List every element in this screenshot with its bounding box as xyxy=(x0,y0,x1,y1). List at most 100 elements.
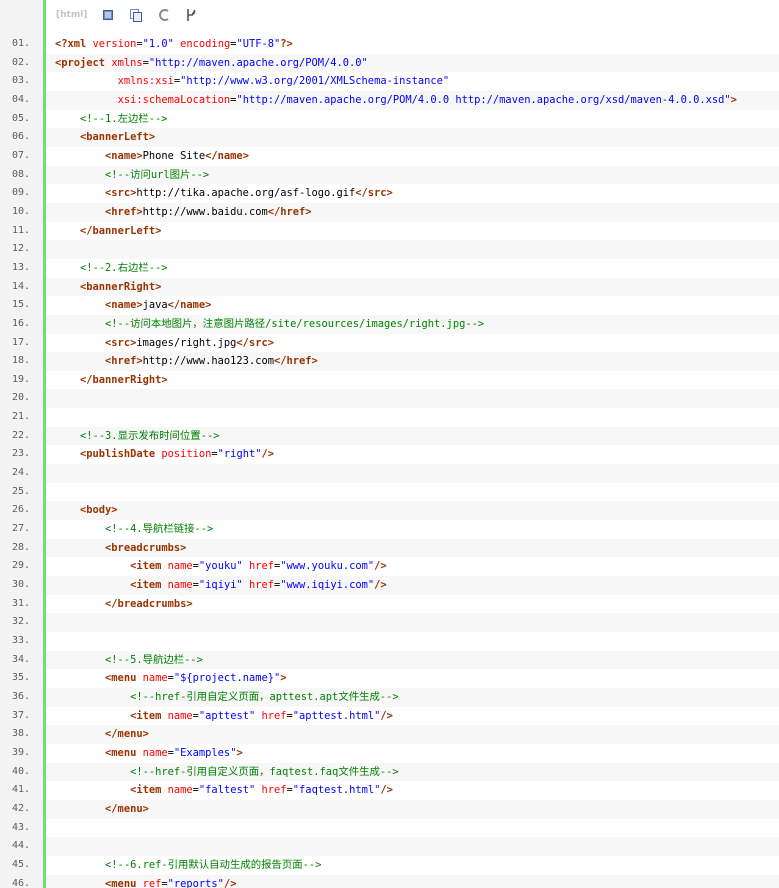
print-icon[interactable] xyxy=(155,6,173,24)
xml-attribute: xsi:schemaLocation xyxy=(117,93,231,106)
line-number: 42. xyxy=(12,802,31,814)
xml-attribute: name xyxy=(167,709,193,722)
xml-tag: </src> xyxy=(236,336,274,349)
line-number: 13. xyxy=(12,261,31,273)
code-line: 41. <item name="faltest" href="faqtest.h… xyxy=(0,781,779,800)
code-content: <item name="youku" href="www.youku.com"/… xyxy=(46,557,779,576)
xml-comment: <!--5.导航边栏--> xyxy=(105,653,203,666)
code-content: xsi:schemaLocation="http://maven.apache.… xyxy=(46,90,779,110)
code-line: 09. <src>http://tika.apache.org/asf-logo… xyxy=(0,184,779,203)
line-number: 15. xyxy=(12,299,31,311)
xml-tag: /> xyxy=(380,784,393,797)
xml-value: "reports" xyxy=(167,877,224,888)
xml-comment: <!--3.显示发布时间位置--> xyxy=(80,429,220,442)
code-content: <item name="faltest" href="faqtest.html"… xyxy=(46,781,779,800)
xml-attribute: href xyxy=(261,709,287,722)
language-label: [html] xyxy=(56,10,88,20)
line-number: 30. xyxy=(12,579,31,591)
code-line: 31. </breadcrumbs> xyxy=(0,594,779,614)
line-number: 25. xyxy=(12,485,31,497)
xml-attribute: version xyxy=(92,38,137,50)
code-line: 40. <!--href-引用自定义页面，faqtest.faq文件生成--> xyxy=(0,762,779,782)
line-number: 31. xyxy=(12,597,31,609)
code-line: 38. </menu> xyxy=(0,725,779,744)
line-number: 12. xyxy=(12,243,31,255)
line-number: 43. xyxy=(12,821,31,833)
line-number: 14. xyxy=(12,280,31,292)
copy-icon[interactable] xyxy=(127,6,145,24)
line-number: 19. xyxy=(12,373,31,385)
xml-value: "apttest.html" xyxy=(292,709,381,722)
line-number: 37. xyxy=(12,709,31,721)
code-content: <!--访问url图片--> xyxy=(46,165,779,185)
xml-comment: <!--访问url图片--> xyxy=(105,168,210,181)
line-number: 10. xyxy=(12,205,31,217)
xml-tag: /> xyxy=(374,560,387,573)
code-line: 04. xsi:schemaLocation="http://maven.apa… xyxy=(0,90,779,110)
xml-value: "www.youku.com" xyxy=(280,560,375,573)
code-content: <!--访问本地图片，注意图片路径/site/resources/images/… xyxy=(46,314,779,334)
code-line: 33. xyxy=(0,632,779,651)
code-content: <menu name="Examples"> xyxy=(46,744,779,763)
xml-attribute: name xyxy=(142,746,168,759)
line-number: 28. xyxy=(12,541,31,553)
code-line: 23. <publishDate position="right"/> xyxy=(0,445,779,465)
code-content: </bannerLeft> xyxy=(46,222,779,241)
xml-attribute: xmlns:xsi xyxy=(117,75,174,88)
code-content: <!--href-引用自定义页面，apttest.apt文件生成--> xyxy=(46,687,779,707)
code-content xyxy=(46,837,779,856)
xml-tag: </name> xyxy=(205,149,249,162)
xml-value: "faltest" xyxy=(198,784,256,797)
code-content: </menu> xyxy=(46,725,779,744)
code-line: 17. <src>images/right.jpg</src> xyxy=(0,333,779,353)
xml-tag: <src> xyxy=(105,336,137,349)
code-content: <href>http://www.baidu.com</href> xyxy=(46,202,779,222)
code-line: 30. <item name="iqiyi" href="www.iqiyi.c… xyxy=(0,576,779,595)
view-source-icon[interactable] xyxy=(99,6,117,24)
code-content: <!--6.ref-引用默认自动生成的报告页面--> xyxy=(46,856,779,875)
xml-tag: <?xml xyxy=(55,38,93,50)
line-number: 32. xyxy=(12,616,31,628)
line-number: 17. xyxy=(12,336,31,348)
xml-tag: <href> xyxy=(105,355,143,368)
code-line: 25. xyxy=(0,482,779,502)
code-content: <src>http://tika.apache.org/asf-logo.gif… xyxy=(46,184,779,203)
code-content xyxy=(46,408,779,427)
xml-tag: </href> xyxy=(273,355,318,368)
xml-tag: </breadcrumbs> xyxy=(105,597,193,610)
xml-value: "${project.name}" xyxy=(173,672,281,685)
xml-text: http://www.baidu.com xyxy=(142,205,268,218)
line-number: 01. xyxy=(12,38,31,49)
xml-tag: </bannerLeft> xyxy=(80,224,162,237)
xml-value: "1.0" xyxy=(142,38,174,50)
code-content: <?xml version="1.0" encoding="UTF-8"?> xyxy=(46,35,779,54)
about-icon[interactable] xyxy=(183,6,201,24)
line-number: 40. xyxy=(12,765,31,777)
xml-comment: <!--4.导航栏链接--> xyxy=(105,523,214,536)
code-line: 10. <href>http://www.baidu.com</href> xyxy=(0,202,779,222)
xml-tag: <menu xyxy=(105,746,143,759)
xml-tag: <bannerLeft> xyxy=(80,131,156,144)
code-content xyxy=(46,632,779,651)
code-content: <bannerRight> xyxy=(46,277,779,297)
xml-attribute: name xyxy=(167,784,193,797)
code-toolbar: [html] xyxy=(46,0,779,30)
code-content: <publishDate position="right"/> xyxy=(46,445,779,464)
line-number: 22. xyxy=(12,429,31,441)
xml-comment: <!--1.左边栏--> xyxy=(80,112,168,125)
code-content: </breadcrumbs> xyxy=(46,595,779,614)
line-number: 38. xyxy=(12,728,31,740)
xml-tag: </menu> xyxy=(105,802,149,815)
